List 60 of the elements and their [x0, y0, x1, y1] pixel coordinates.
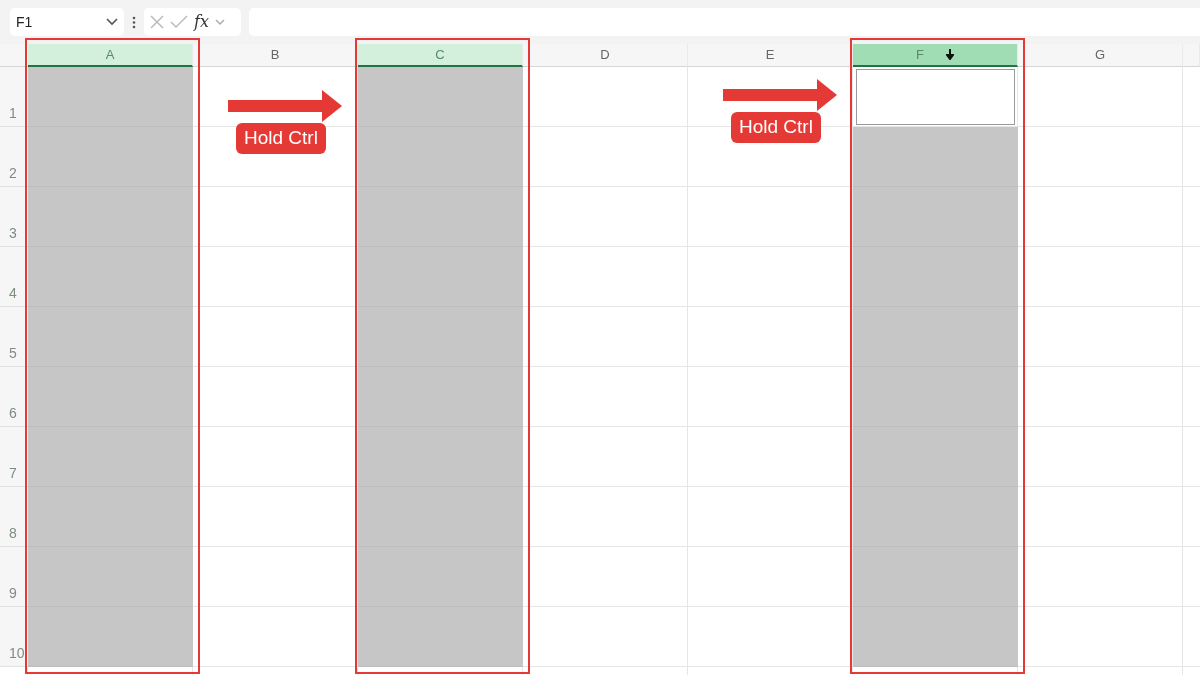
selected-cell[interactable]	[853, 247, 1018, 307]
selected-cell[interactable]	[358, 427, 523, 487]
row-number[interactable]: 4	[0, 247, 28, 307]
selected-cell[interactable]	[28, 547, 193, 607]
name-box[interactable]: F1	[10, 8, 124, 36]
column-header[interactable]: E	[688, 44, 853, 67]
row-number[interactable]: 1	[0, 67, 28, 127]
selected-cell[interactable]	[358, 127, 523, 187]
selected-cell[interactable]	[358, 367, 523, 427]
arrow-icon	[723, 79, 837, 111]
column-header[interactable]: G	[1018, 44, 1183, 67]
selected-cell[interactable]	[853, 127, 1018, 187]
selected-cell[interactable]	[853, 607, 1018, 667]
row-number[interactable]: 2	[0, 127, 28, 187]
selected-cell[interactable]	[358, 607, 523, 667]
row-number[interactable]: 3	[0, 187, 28, 247]
column-header[interactable]: C	[358, 44, 523, 67]
callout-label: Hold Ctrl	[236, 123, 326, 154]
selected-cell[interactable]	[358, 67, 523, 127]
selected-cell[interactable]	[853, 187, 1018, 247]
selected-cell[interactable]	[28, 487, 193, 547]
dropdown-icon	[106, 18, 118, 26]
selected-cell[interactable]	[358, 547, 523, 607]
check-icon[interactable]	[170, 15, 188, 29]
row-number[interactable]: 7	[0, 427, 28, 487]
column-header[interactable]: A	[28, 44, 193, 67]
selected-cell[interactable]	[853, 307, 1018, 367]
selected-cell[interactable]	[358, 247, 523, 307]
close-icon[interactable]	[150, 15, 164, 29]
active-cell[interactable]	[856, 69, 1015, 125]
selected-cell[interactable]	[358, 187, 523, 247]
column-header[interactable]: F	[853, 44, 1018, 67]
row-number[interactable]: 8	[0, 487, 28, 547]
selected-cell[interactable]	[28, 187, 193, 247]
column-header[interactable]	[1183, 44, 1200, 67]
more-icon[interactable]	[132, 16, 136, 29]
selected-cell[interactable]	[853, 367, 1018, 427]
selected-cell[interactable]	[853, 547, 1018, 607]
column-header[interactable]: D	[523, 44, 688, 67]
selected-cell[interactable]	[28, 427, 193, 487]
selected-cell[interactable]	[28, 367, 193, 427]
selected-cell[interactable]	[28, 607, 193, 667]
row-number[interactable]: 5	[0, 307, 28, 367]
down-arrow-icon	[945, 49, 954, 60]
callout-label: Hold Ctrl	[731, 112, 821, 143]
selected-cell[interactable]	[28, 247, 193, 307]
selected-cell[interactable]	[358, 307, 523, 367]
selected-cell[interactable]	[28, 67, 193, 127]
column-header[interactable]: B	[193, 44, 358, 67]
selected-cell[interactable]	[28, 127, 193, 187]
row-number[interactable]: 10	[0, 607, 28, 667]
selected-cell[interactable]	[358, 487, 523, 547]
selected-cell[interactable]	[28, 307, 193, 367]
arrow-icon	[228, 90, 342, 122]
selected-cell[interactable]	[853, 487, 1018, 547]
function-button[interactable]: fx	[194, 14, 209, 30]
row-number[interactable]: 9	[0, 547, 28, 607]
row-number[interactable]: 6	[0, 367, 28, 427]
dropdown-icon[interactable]	[214, 18, 225, 26]
selected-cell[interactable]	[853, 427, 1018, 487]
